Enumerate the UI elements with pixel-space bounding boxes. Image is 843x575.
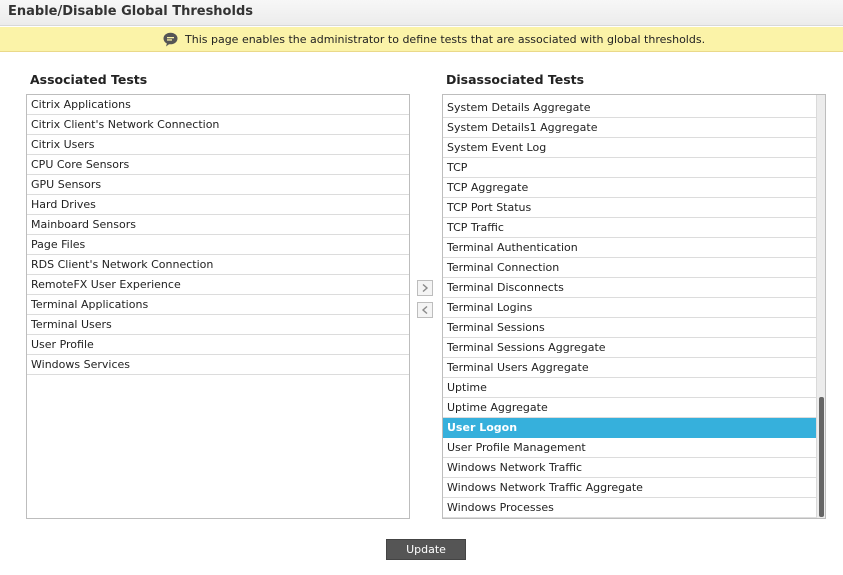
list-item[interactable]: Terminal Users xyxy=(27,315,409,335)
disassociated-tests-items: System Details Aggregate System Details1 … xyxy=(443,98,816,518)
info-bar: This page enables the administrator to d… xyxy=(0,27,843,52)
list-item[interactable]: Citrix Applications xyxy=(27,95,409,115)
list-item[interactable]: Hard Drives xyxy=(27,195,409,215)
list-item[interactable]: TCP Traffic xyxy=(443,218,816,238)
associated-tests-list[interactable]: Citrix Applications Citrix Client's Netwo… xyxy=(26,94,410,519)
disassociated-tests-heading: Disassociated Tests xyxy=(446,72,585,87)
list-item[interactable]: Page Files xyxy=(27,235,409,255)
speech-bubble-info-icon xyxy=(163,32,178,47)
list-item[interactable]: Terminal Connection xyxy=(443,258,816,278)
list-item[interactable]: RDS Client's Network Connection xyxy=(27,255,409,275)
disassociated-tests-list[interactable]: System Details Aggregate System Details1 … xyxy=(442,94,826,519)
list-item[interactable]: System Details Aggregate xyxy=(443,98,816,118)
disassociated-scrollbar[interactable] xyxy=(816,95,825,518)
move-right-button[interactable] xyxy=(417,280,433,296)
list-item[interactable]: Windows Network Traffic Aggregate xyxy=(443,478,816,498)
chevron-left-icon xyxy=(421,306,428,314)
info-text: This page enables the administrator to d… xyxy=(185,33,706,46)
list-item[interactable]: Terminal Sessions xyxy=(443,318,816,338)
list-item[interactable]: Citrix Users xyxy=(27,135,409,155)
list-item[interactable]: System Details1 Aggregate xyxy=(443,118,816,138)
list-item[interactable]: CPU Core Sensors xyxy=(27,155,409,175)
list-item[interactable]: TCP Aggregate xyxy=(443,178,816,198)
list-item[interactable]: Uptime xyxy=(443,378,816,398)
list-item[interactable]: Citrix Client's Network Connection xyxy=(27,115,409,135)
list-item[interactable]: GPU Sensors xyxy=(27,175,409,195)
list-item[interactable]: Terminal Users Aggregate xyxy=(443,358,816,378)
list-item[interactable]: User Profile xyxy=(27,335,409,355)
update-button[interactable]: Update xyxy=(386,539,466,560)
list-item[interactable]: Terminal Logins xyxy=(443,298,816,318)
scrollbar-thumb[interactable] xyxy=(819,397,824,517)
list-item[interactable]: Terminal Sessions Aggregate xyxy=(443,338,816,358)
list-item[interactable]: User Logon xyxy=(443,418,816,438)
list-item[interactable]: Terminal Authentication xyxy=(443,238,816,258)
list-item[interactable]: Mainboard Sensors xyxy=(27,215,409,235)
list-item[interactable]: Windows Services xyxy=(27,355,409,375)
list-item[interactable]: Terminal Disconnects xyxy=(443,278,816,298)
list-item[interactable]: TCP Port Status xyxy=(443,198,816,218)
list-item[interactable]: RemoteFX User Experience xyxy=(27,275,409,295)
associated-tests-items: Citrix Applications Citrix Client's Netwo… xyxy=(27,95,409,375)
list-item[interactable]: System Event Log xyxy=(443,138,816,158)
chevron-right-icon xyxy=(422,284,429,292)
list-item[interactable]: TCP xyxy=(443,158,816,178)
page-title: Enable/Disable Global Thresholds xyxy=(8,4,253,19)
title-bar: Enable/Disable Global Thresholds xyxy=(0,0,843,26)
list-item[interactable]: Windows Processes xyxy=(443,498,816,518)
list-item[interactable]: User Profile Management xyxy=(443,438,816,458)
move-left-button[interactable] xyxy=(417,302,433,318)
list-item[interactable]: Uptime Aggregate xyxy=(443,398,816,418)
associated-tests-heading: Associated Tests xyxy=(30,72,148,87)
list-item[interactable]: Windows Network Traffic xyxy=(443,458,816,478)
list-item[interactable]: Terminal Applications xyxy=(27,295,409,315)
